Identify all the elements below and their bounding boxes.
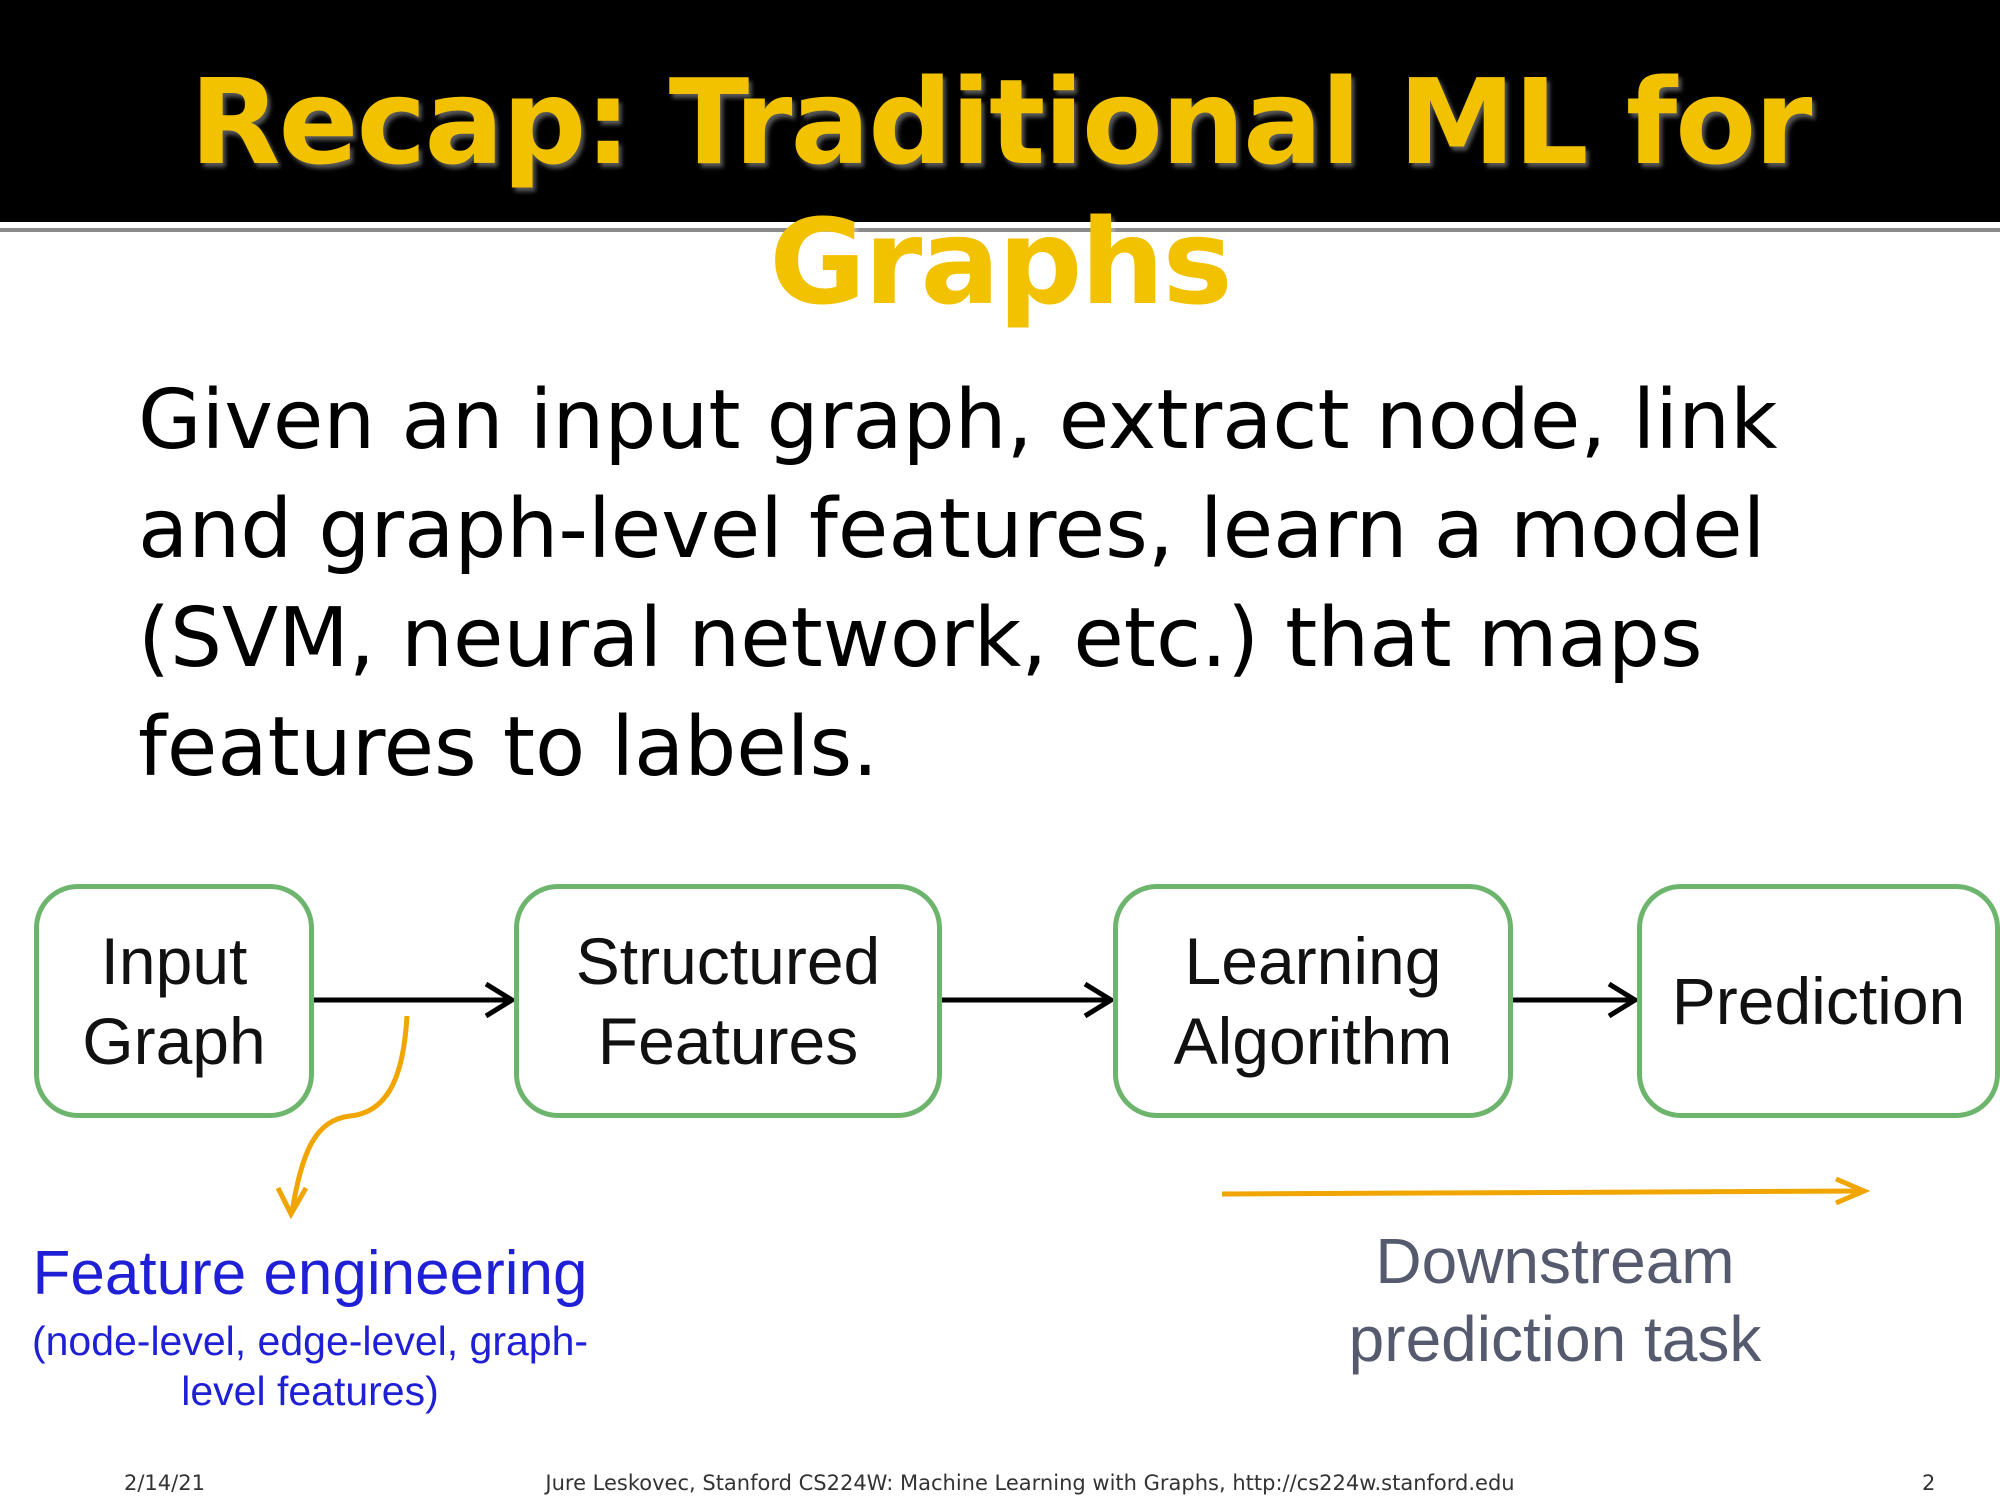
downstream-line: Downstream: [1375, 1225, 1735, 1297]
learning-algorithm-box: Learning Algorithm: [1113, 884, 1513, 1118]
downstream-arrow: [1221, 1176, 1871, 1206]
arrow-input-to-features: [314, 981, 517, 1019]
box-label: Graph: [82, 1004, 266, 1078]
structured-features-box: Structured Features: [514, 884, 942, 1118]
feature-engineering-label: Feature engineering: [32, 1239, 588, 1308]
subtitle-line: level features): [181, 1368, 439, 1414]
box-label: Prediction: [1671, 964, 1966, 1038]
downstream-task-label: Downstream prediction task: [1280, 1222, 1830, 1378]
feature-engineering-subtitle: (node-level, edge-level, graph- level fe…: [10, 1316, 610, 1416]
prediction-box: Prediction: [1637, 884, 2000, 1118]
page-number: 2: [1922, 1471, 1936, 1495]
downstream-line: prediction task: [1348, 1303, 1762, 1375]
footer-credit: Jure Leskovec, Stanford CS224W: Machine …: [545, 1471, 1515, 1495]
box-label: Algorithm: [1173, 1004, 1453, 1078]
box-label: Features: [597, 1004, 859, 1078]
arrow-learning-to-prediction: [1513, 981, 1640, 1019]
input-graph-box: Input Graph: [34, 884, 314, 1118]
arrow-features-to-learning: [942, 981, 1116, 1019]
box-label: Learning: [1184, 924, 1442, 998]
box-label: Structured: [575, 924, 881, 998]
box-label: Input: [100, 924, 248, 998]
subtitle-line: (node-level, edge-level, graph-: [31, 1318, 589, 1364]
